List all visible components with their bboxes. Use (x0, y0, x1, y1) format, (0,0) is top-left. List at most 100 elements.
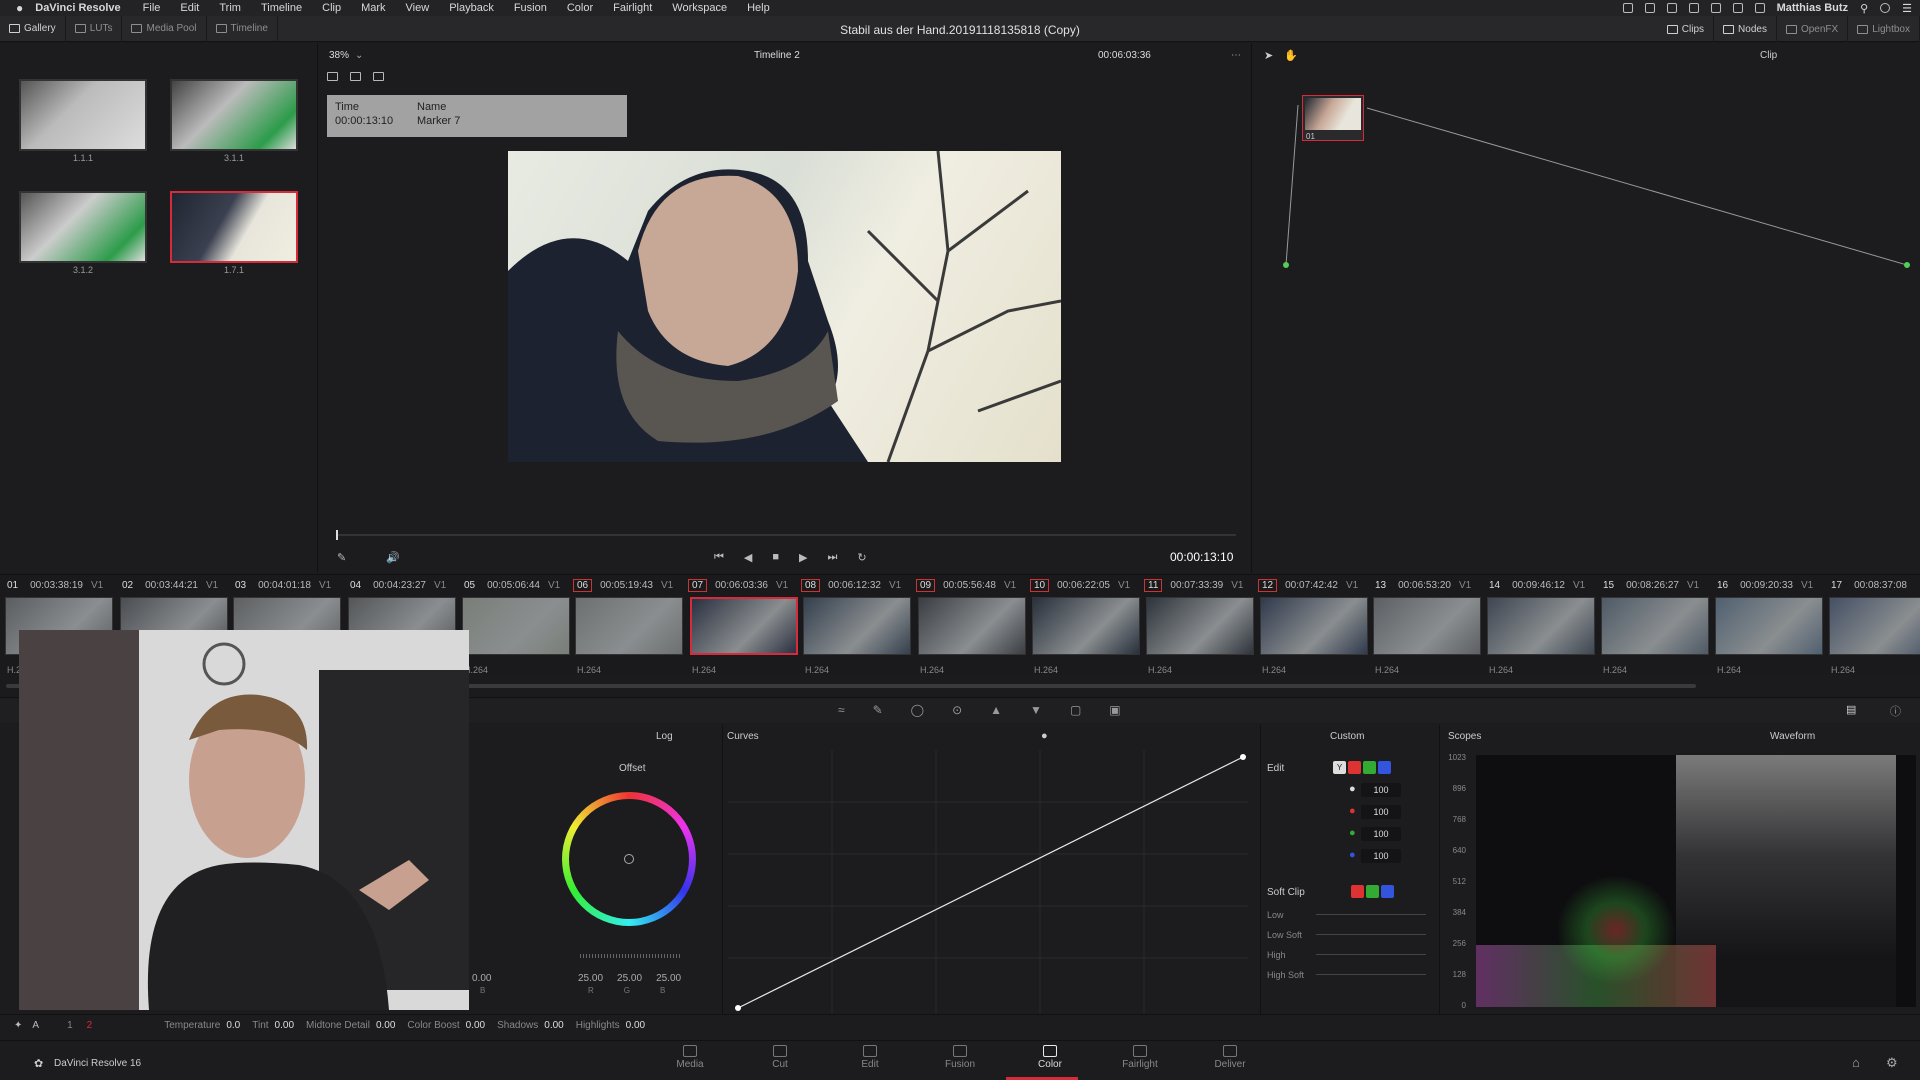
timeline-selector[interactable]: Timeline 2 (754, 50, 800, 61)
high-soft-slider[interactable] (1316, 974, 1426, 975)
info-icon[interactable]: ⓘ (1890, 703, 1901, 719)
page-color[interactable]: Color (1015, 1045, 1085, 1070)
r-intensity-value[interactable]: 100 (1361, 805, 1401, 819)
wheel-mode[interactable]: Log (656, 731, 673, 742)
menu-fusion[interactable]: Fusion (514, 2, 547, 14)
page-2[interactable]: 2 (87, 1020, 93, 1031)
gallery-still[interactable] (170, 79, 298, 151)
color-boost-value[interactable]: 0.00 (466, 1020, 485, 1031)
page-fusion[interactable]: Fusion (925, 1045, 995, 1070)
user-name[interactable]: Matthias Butz (1777, 2, 1849, 14)
dropbox-icon[interactable] (1644, 3, 1655, 13)
eyedropper-icon[interactable]: ✎ (337, 551, 346, 564)
stop-icon[interactable]: ■ (772, 551, 779, 564)
menu-playback[interactable]: Playback (449, 2, 494, 14)
clip-thumbnail[interactable] (462, 597, 570, 655)
window-icon[interactable]: ◯ (911, 703, 924, 717)
play-reverse-icon[interactable]: ◀ (744, 551, 752, 564)
page-cut[interactable]: Cut (745, 1045, 815, 1070)
menu-workspace[interactable]: Workspace (672, 2, 727, 14)
clip-thumbnail[interactable] (1260, 597, 1368, 655)
clip-thumbnail[interactable] (575, 597, 683, 655)
gain-b-value[interactable]: 0.00 (472, 973, 491, 984)
sizing-icon[interactable]: ▣ (1109, 703, 1120, 717)
auto-balance-icon[interactable]: ✦ (14, 1020, 22, 1031)
gallery-still[interactable] (19, 79, 147, 151)
shadows-value[interactable]: 0.00 (544, 1020, 563, 1031)
more-options-icon[interactable]: ⋯ (1231, 50, 1241, 61)
time-machine-icon[interactable] (1688, 3, 1699, 13)
media-pool-button[interactable]: Media Pool (122, 15, 207, 42)
tint-value[interactable]: 0.00 (275, 1020, 294, 1031)
scrub-bar[interactable] (336, 534, 1236, 536)
go-to-end-icon[interactable]: ⏭ (828, 551, 838, 564)
clip-thumbnail[interactable] (1032, 597, 1140, 655)
channel-r-toggle[interactable]: R (1348, 761, 1361, 774)
clip-thumbnail[interactable] (803, 597, 911, 655)
go-to-start-icon[interactable]: ⏮ (714, 551, 724, 564)
zoom-level[interactable]: 38% (329, 50, 349, 61)
offset-wheel[interactable] (562, 792, 696, 926)
image-wipe-icon[interactable] (327, 72, 338, 81)
menu-edit[interactable]: Edit (180, 2, 199, 14)
clip-thumbnail[interactable] (1373, 597, 1481, 655)
page-deliver[interactable]: Deliver (1195, 1045, 1265, 1070)
audio-icon[interactable]: 🔊 (386, 551, 400, 564)
b-intensity-value[interactable]: 100 (1361, 849, 1401, 863)
siri-icon[interactable] (1880, 3, 1891, 13)
gallery-button[interactable]: Gallery (0, 15, 66, 42)
split-screen-icon[interactable] (350, 72, 361, 81)
home-icon[interactable]: ⌂ (1852, 1055, 1860, 1070)
menu-timeline[interactable]: Timeline (261, 2, 302, 14)
page-edit[interactable]: Edit (835, 1045, 905, 1070)
offset-b-value[interactable]: 25.00 (656, 973, 681, 984)
scope-type[interactable]: Waveform (1770, 731, 1815, 742)
wifi-icon[interactable] (1732, 3, 1743, 13)
offset-r-value[interactable]: 25.00 (578, 973, 603, 984)
low-slider[interactable] (1316, 914, 1426, 915)
highlights-value[interactable]: 0.00 (626, 1020, 645, 1031)
high-slider[interactable] (1316, 954, 1426, 955)
key-icon[interactable]: ▢ (1070, 703, 1081, 717)
channel-y-toggle[interactable]: Y (1333, 761, 1346, 774)
page-fairlight[interactable]: Fairlight (1105, 1045, 1175, 1070)
magic-mask-icon[interactable]: ▲ (990, 703, 1002, 717)
clip-thumbnail-selected[interactable] (690, 597, 798, 655)
spotlight-icon[interactable]: ⚲ (1860, 2, 1868, 15)
openfx-button[interactable]: OpenFX (1777, 16, 1849, 42)
menu-trim[interactable]: Trim (219, 2, 241, 14)
menu-help[interactable]: Help (747, 2, 770, 14)
luts-button[interactable]: LUTs (66, 15, 123, 42)
tracker-icon[interactable]: ⊙ (952, 703, 962, 717)
channel-b-toggle[interactable]: B (1378, 761, 1391, 774)
clip-thumbnail[interactable] (1146, 597, 1254, 655)
play-icon[interactable]: ▶ (799, 551, 807, 564)
apple-icon[interactable]: ● (16, 1, 23, 15)
clip-thumbnail[interactable] (1715, 597, 1823, 655)
menu-clip[interactable]: Clip (322, 2, 341, 14)
curve-graph[interactable] (728, 750, 1248, 1015)
timeline-button[interactable]: Timeline (207, 15, 278, 42)
gallery-still-selected[interactable] (170, 191, 298, 263)
node-01[interactable]: 01 (1302, 95, 1364, 141)
highlight-icon[interactable] (373, 72, 384, 81)
temperature-value[interactable]: 0.0 (226, 1020, 240, 1031)
clips-button[interactable]: Clips (1658, 16, 1715, 42)
offset-g-value[interactable]: 25.00 (617, 973, 642, 984)
lightbox-button[interactable]: Lightbox (1848, 16, 1920, 42)
gallery-still[interactable] (19, 191, 147, 263)
g-intensity-value[interactable]: 100 (1361, 827, 1401, 841)
midtone-detail-value[interactable]: 0.00 (376, 1020, 395, 1031)
scopes-toggle-icon[interactable]: ▤ (1846, 703, 1856, 716)
clip-thumbnail[interactable] (1601, 597, 1709, 655)
bluetooth-icon[interactable] (1710, 3, 1721, 13)
clip-thumbnail[interactable] (918, 597, 1026, 655)
auto-icon[interactable]: A (32, 1020, 39, 1031)
app-menu[interactable]: DaVinci Resolve (35, 2, 120, 14)
do-not-disturb-icon[interactable] (1754, 3, 1765, 13)
cloud-icon[interactable] (1666, 3, 1677, 13)
status-icon[interactable] (1622, 3, 1633, 13)
channel-g-toggle[interactable]: G (1363, 761, 1376, 774)
menu-fairlight[interactable]: Fairlight (613, 2, 652, 14)
page-media[interactable]: Media (655, 1045, 725, 1070)
